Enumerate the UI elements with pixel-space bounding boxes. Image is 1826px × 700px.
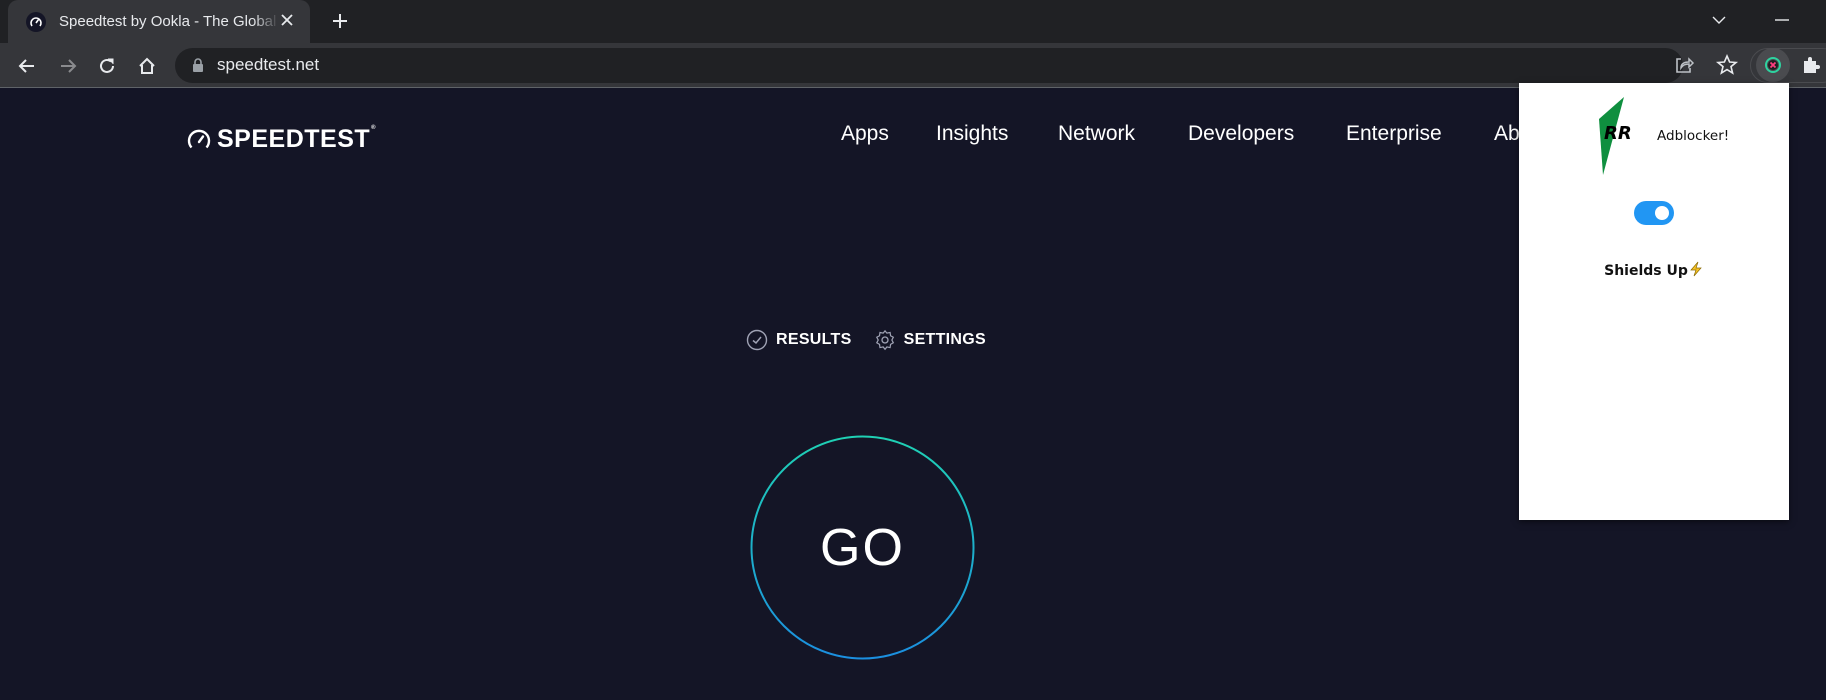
nav-apps[interactable]: Apps [841, 122, 889, 146]
reload-icon [100, 58, 114, 73]
browser-tab[interactable]: Speedtest by Ookla - The Global Broadban… [8, 0, 310, 43]
results-button[interactable]: RESULTS [746, 329, 852, 351]
check-circle-icon [746, 329, 768, 351]
browser-toolbar: speedtest.net [0, 43, 1826, 88]
chevron-down-icon [1712, 16, 1726, 24]
url-text[interactable]: speedtest.net [217, 55, 319, 75]
forward-button[interactable] [54, 52, 82, 80]
home-button[interactable] [133, 52, 161, 80]
svg-text:RR: RR [1604, 123, 1632, 144]
arrow-left-icon [18, 59, 34, 73]
nav-insights[interactable]: Insights [936, 122, 1008, 146]
nav-enterprise[interactable]: Enterprise [1346, 122, 1442, 146]
new-tab-button[interactable] [326, 8, 354, 36]
plus-icon [333, 14, 347, 28]
results-settings-bar: RESULTS SETTINGS [746, 329, 1008, 351]
reload-button[interactable] [93, 52, 121, 80]
gear-icon [875, 329, 894, 351]
tab-strip: Speedtest by Ookla - The Global Broadban… [0, 0, 1826, 43]
nav-developers[interactable]: Developers [1188, 122, 1294, 146]
tab-search-button[interactable] [1707, 8, 1731, 32]
share-icon[interactable] [1672, 53, 1696, 82]
brand-name: Adblocker! [1657, 128, 1730, 144]
settings-button[interactable]: SETTINGS [874, 329, 986, 351]
go-button[interactable]: GO [750, 435, 975, 660]
speedtest-logo[interactable]: SPEEDTEST® [187, 125, 376, 154]
go-label: GO [820, 518, 905, 577]
back-button[interactable] [13, 52, 41, 80]
status-title: Shields Up [1519, 261, 1789, 279]
arrow-right-icon [61, 59, 77, 73]
settings-label: SETTINGS [903, 331, 987, 348]
speedometer-icon [26, 11, 46, 32]
adblocker-logo-icon: RR [1599, 97, 1632, 175]
tab-title: Speedtest by Ookla - The Global Broadban… [59, 13, 279, 30]
close-icon[interactable] [278, 12, 296, 30]
speedometer-icon [187, 129, 211, 148]
star-icon[interactable] [1715, 53, 1739, 82]
adblocker-popup: RR Adblocker! Shields Up [1519, 83, 1789, 520]
minimize-icon [1775, 19, 1789, 21]
popup-brand: RR Adblocker! [1599, 97, 1729, 175]
address-bar[interactable]: speedtest.net [175, 48, 1739, 83]
lock-icon[interactable] [192, 58, 204, 77]
results-label: RESULTS [776, 331, 852, 348]
minimize-button[interactable] [1770, 8, 1794, 32]
home-icon [139, 57, 155, 74]
master-toggle[interactable] [1634, 201, 1674, 225]
logo-text: SPEEDTEST® [217, 125, 377, 153]
puzzle-icon[interactable] [1800, 53, 1824, 82]
nav-network[interactable]: Network [1058, 122, 1135, 146]
adblocker-extension-icon[interactable] [1756, 48, 1790, 82]
lightning-icon [1690, 261, 1702, 277]
